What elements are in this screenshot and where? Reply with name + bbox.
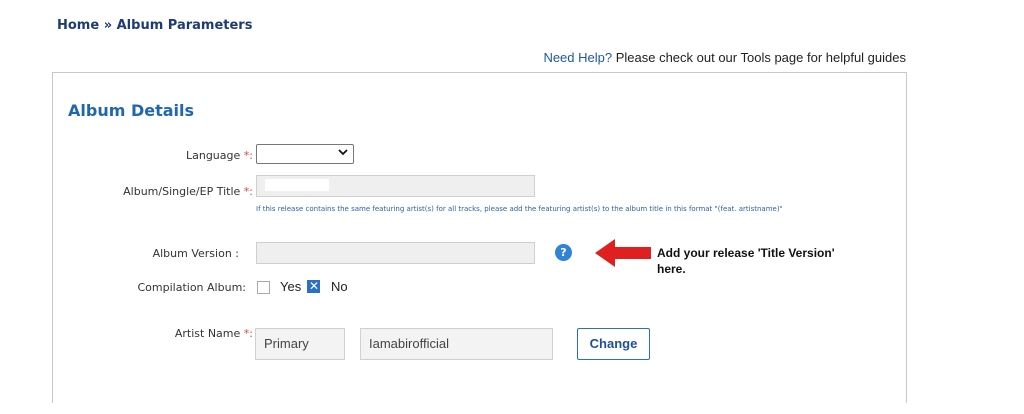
artist-role-field[interactable]: Primary <box>255 328 345 360</box>
help-text: Please check out our Tools page for help… <box>612 50 906 65</box>
compilation-yes-checkbox[interactable] <box>257 281 270 294</box>
section-title: Album Details <box>68 101 195 120</box>
compilation-no-checkbox[interactable]: ✕ <box>307 279 320 293</box>
help-line: Need Help? Please check out our Tools pa… <box>543 50 906 65</box>
compilation-no-label: No <box>331 279 348 294</box>
language-label: Language *: <box>185 149 253 162</box>
artist-name-field[interactable]: Iamabirofficial <box>360 328 553 360</box>
title-label: Album/Single/EP Title *: <box>123 185 253 198</box>
compilation-yes-label: Yes <box>280 279 302 294</box>
required-mark: *: <box>243 327 253 340</box>
x-check-icon: ✕ <box>308 279 320 293</box>
need-help-link[interactable]: Need Help? <box>543 50 612 65</box>
album-version-input[interactable] <box>256 242 535 264</box>
redacted-title <box>265 179 329 191</box>
album-details-panel: Album Details Language *: Album/Single/E… <box>52 72 907 403</box>
title-hint: If this release contains the same featur… <box>256 205 783 213</box>
artist-label: Artist Name *: <box>174 327 253 340</box>
chevron-down-icon <box>338 147 348 160</box>
left-arrow-icon <box>595 239 651 271</box>
annotation-text: Add your release 'Title Version' here. <box>657 246 835 276</box>
required-mark: *: <box>243 149 253 162</box>
question-circle-icon[interactable]: ? <box>555 244 572 261</box>
required-mark: *: <box>243 185 253 198</box>
change-artist-button[interactable]: Change <box>577 328 650 360</box>
language-select[interactable] <box>256 144 354 164</box>
compilation-label: Compilation Album: <box>137 281 247 294</box>
breadcrumb[interactable]: Home » Album Parameters <box>57 18 252 33</box>
album-title-input[interactable] <box>256 175 535 197</box>
album-version-label: Album Version : <box>152 247 239 260</box>
